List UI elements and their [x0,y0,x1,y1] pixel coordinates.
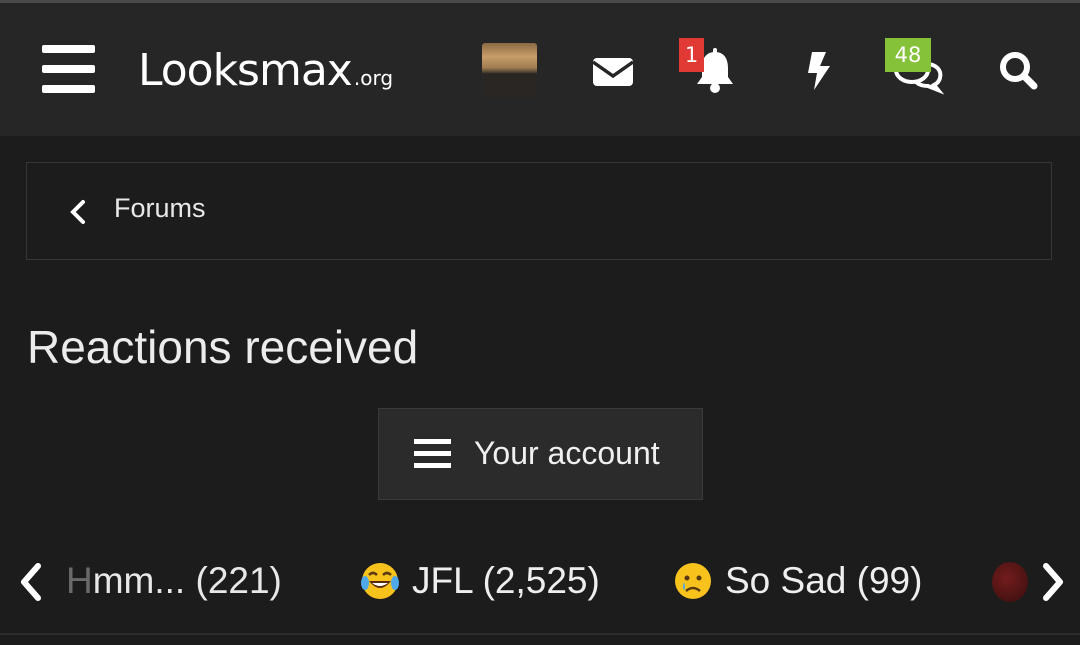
reaction-tab-partial-icon[interactable] [992,562,1028,602]
notifications-count-badge: 1 [679,38,704,72]
sad-emoji-icon [675,563,711,599]
logo-tld: .org [353,66,394,90]
reaction-tab-hmm[interactable]: Hmm... (221) [66,556,282,606]
site-logo[interactable]: Looksmax .org [138,43,393,99]
laughing-crying-emoji-icon [361,563,399,599]
whats-new-bolt-icon[interactable] [786,40,850,100]
user-avatar[interactable] [482,43,537,98]
inbox-envelope-icon[interactable] [581,40,645,100]
top-navigation-bar: Looksmax .org 1 48 [0,3,1080,136]
chevron-left-icon [70,200,85,224]
tabs-scroll-left-chevron-icon[interactable] [12,560,52,604]
reaction-tabs: Hmm... (221) JFL (2,525) So Sad (99) [0,540,1080,630]
reaction-tab-hmm-first-char: H [66,560,93,601]
logo-text: Looksmax [138,45,353,96]
reaction-tab-so-sad-label: So Sad (99) [725,560,923,601]
menu-lines-icon [414,439,451,469]
tabs-bottom-divider [0,633,1080,635]
breadcrumb[interactable]: Forums [26,162,1052,260]
reaction-tab-so-sad[interactable]: So Sad (99) [673,556,922,606]
page-title: Reactions received [27,321,419,373]
tabs-scroll-right-chevron-icon[interactable] [1032,560,1072,604]
your-account-button[interactable]: Your account [378,408,703,500]
reaction-tab-hmm-label: mm... (221) [92,560,282,601]
your-account-label: Your account [474,435,660,471]
reaction-tab-jfl-label: JFL (2,525) [412,560,600,601]
search-icon[interactable] [986,40,1050,100]
reaction-tab-jfl[interactable]: JFL (2,525) [360,556,600,606]
breadcrumb-forums-link[interactable]: Forums [114,193,206,224]
conversations-count-badge: 48 [885,38,931,72]
menu-hamburger-icon[interactable] [42,45,95,93]
